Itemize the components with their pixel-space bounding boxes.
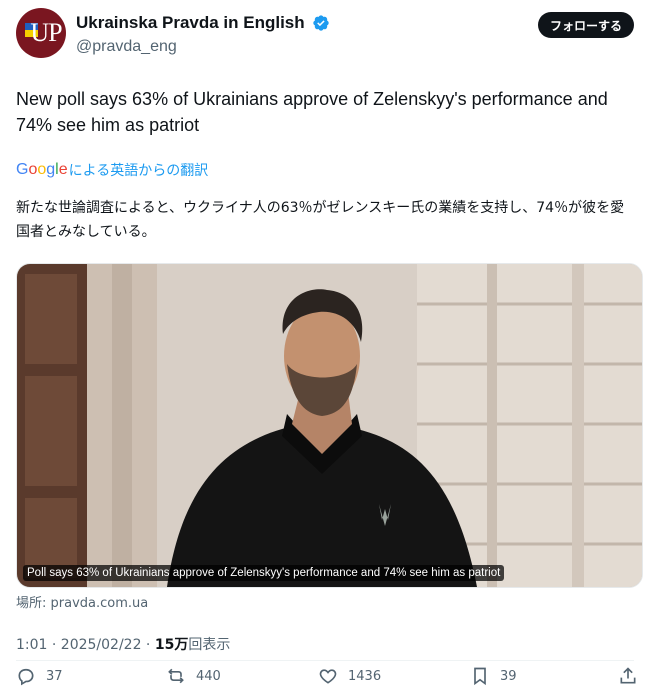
action-bar: 37 440 1436 39 [16,666,641,692]
translated-text: 新たな世論調査によると、ウクライナ人の63％がゼレンスキー氏の業績を支持し、74… [16,200,625,240]
reply-icon [18,668,34,686]
account-name[interactable]: Ukrainska Pravda in English [76,12,305,34]
reply-button[interactable]: 37 [16,666,63,686]
tweet-media[interactable]: Poll says 63% of Ukrainians approve of Z… [16,263,643,588]
google-logo: Google [16,161,68,178]
tweet-meta: 1:01 · 2025/02/22 · 15万回表示 [16,634,230,654]
repost-count: 440 [196,668,221,684]
follow-button[interactable]: フォローする [537,12,634,38]
link-source[interactable]: 場所: pravda.com.ua [16,592,148,611]
repost-button[interactable]: 440 [166,666,221,686]
bookmark-icon [474,667,486,686]
views-count: 15万 [154,637,189,653]
bookmark-count: 39 [500,668,517,684]
share-button[interactable] [618,666,648,686]
account-info: Ukrainska Pravda in English @pravda_eng [76,12,330,58]
repost-icon [168,668,184,684]
share-icon [620,667,636,684]
avatar[interactable]: UP [16,8,66,58]
like-count: 1436 [348,668,382,684]
tweet-text: New poll says 63% of Ukrainians approve … [16,89,608,135]
verified-badge-icon [313,15,329,31]
divider [16,660,634,661]
avatar-monogram: UP [30,18,62,47]
zelenskyy-photo [17,264,642,587]
media-caption: Poll says 63% of Ukrainians approve of Z… [23,565,505,581]
bookmark-button[interactable]: 39 [470,666,517,686]
heart-icon [319,669,337,684]
views-label: 回表示 [188,637,231,653]
translation-label: による英語からの翻訳 [68,163,209,179]
timestamp[interactable]: 1:01 · 2025/02/22 · [16,637,155,653]
account-handle[interactable]: @pravda_eng [76,36,330,58]
tweet-header: UP Ukrainska Pravda in English @pravda_e… [16,8,634,60]
reply-count: 37 [46,668,63,684]
like-button[interactable]: 1436 [318,666,381,686]
translation-attribution[interactable]: Google による英語からの翻訳 [16,160,208,180]
